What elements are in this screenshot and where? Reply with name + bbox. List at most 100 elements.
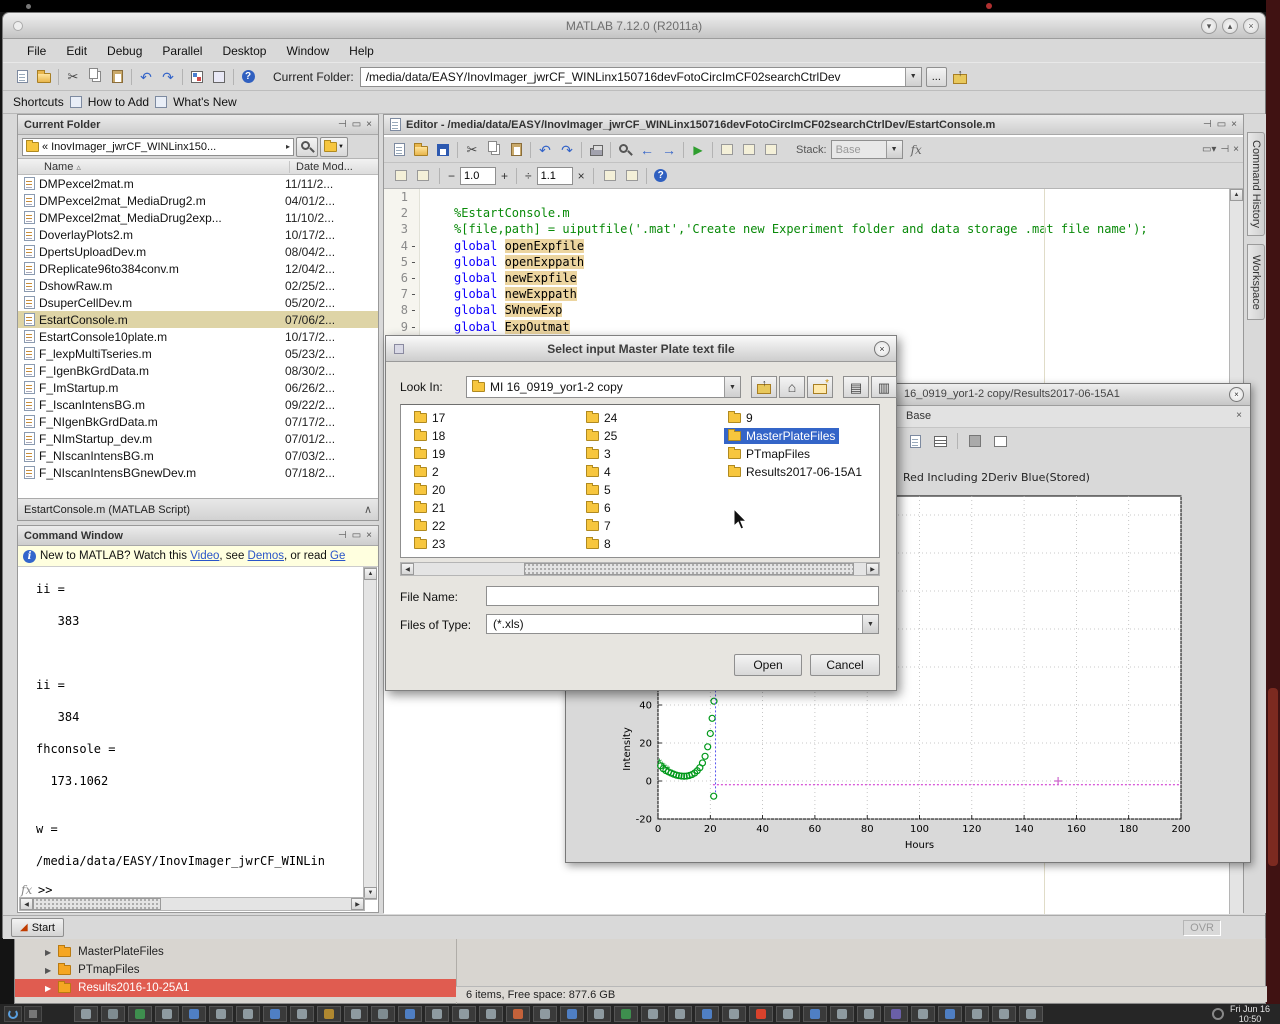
address-caret-icon[interactable]: ▸: [283, 142, 293, 151]
close-icon[interactable]: ×: [1236, 410, 1242, 421]
home-button[interactable]: [779, 376, 805, 398]
multiply-button[interactable]: ×: [575, 169, 588, 183]
cut-button[interactable]: [461, 140, 483, 160]
current-folder-header[interactable]: Current Folder ⊣ ▭ ×: [18, 115, 378, 135]
browse-folder-button[interactable]: ...: [926, 67, 947, 87]
folder-item[interactable]: 2: [410, 464, 443, 480]
decrement-button[interactable]: −: [445, 169, 458, 183]
folder-list[interactable]: 17181922021222324253456789MasterPlateFil…: [400, 404, 880, 558]
cell-pct-2-button[interactable]: [621, 166, 643, 186]
undo-button[interactable]: [135, 67, 157, 87]
redo-button[interactable]: [556, 140, 578, 160]
file-row[interactable]: EstartConsole10plate.m10/17/2...: [18, 328, 378, 345]
look-in-combo[interactable]: MI 16_0919_yor1-2 copy ▼: [466, 376, 741, 398]
actions-button[interactable]: ▼: [320, 137, 348, 157]
expander-icon[interactable]: ▶: [45, 966, 51, 975]
taskbar-window-button[interactable]: [614, 1006, 638, 1022]
address-combo[interactable]: « InovImager_jwrCF_WINLinx150... ▸: [22, 138, 294, 156]
file-row[interactable]: F_ImStartup.m06/26/2...: [18, 379, 378, 396]
folder-item[interactable]: 8: [582, 536, 615, 552]
list-view-button[interactable]: [843, 376, 869, 398]
folder-item[interactable]: 18: [410, 428, 449, 444]
file-row[interactable]: DMPexcel2mat.m11/11/2...: [18, 175, 378, 192]
taskbar-window-button[interactable]: [479, 1006, 503, 1022]
shortcuts-label[interactable]: Shortcuts: [13, 95, 64, 109]
cell-mode-1-button[interactable]: [390, 166, 412, 186]
find-button[interactable]: [614, 140, 636, 160]
start-button[interactable]: ◢ Start: [11, 918, 64, 937]
current-folder-combo[interactable]: /media/data/EASY/InovImager_jwrCF_WINLin…: [360, 67, 922, 87]
menu-debug[interactable]: Debug: [97, 41, 152, 61]
undock-icon[interactable]: ⊣: [1220, 144, 1229, 155]
help-button[interactable]: [237, 67, 259, 87]
chevron-down-icon[interactable]: ▼: [724, 377, 740, 397]
code-line[interactable]: 2%EstartConsole.m: [384, 205, 1231, 221]
folder-item[interactable]: PTmapFiles: [724, 446, 814, 462]
getting-started-link[interactable]: Ge: [330, 550, 345, 562]
new-file-button[interactable]: [11, 67, 33, 87]
column-header-date[interactable]: Date Mod...: [290, 161, 353, 173]
close-button[interactable]: ×: [874, 341, 890, 357]
fm-row[interactable]: ▶MasterPlateFiles: [15, 943, 456, 961]
scroll-down-icon[interactable]: ▼: [364, 887, 377, 899]
taskbar-window-button[interactable]: [749, 1006, 773, 1022]
table-button[interactable]: [929, 431, 951, 451]
cell-insert-button[interactable]: [738, 140, 760, 160]
folder-item[interactable]: 4: [582, 464, 615, 480]
folder-item[interactable]: 24: [582, 410, 621, 426]
cut-button[interactable]: [62, 67, 84, 87]
taskbar-window-button[interactable]: [533, 1006, 557, 1022]
cell-divider-button[interactable]: [716, 140, 738, 160]
folder-item[interactable]: 3: [582, 446, 615, 462]
back-button[interactable]: [636, 140, 658, 160]
file-row[interactable]: F_IgenBkGrdData.m08/30/2...: [18, 362, 378, 379]
cell-pct-1-button[interactable]: [599, 166, 621, 186]
scroll-up-icon[interactable]: ▲: [364, 568, 377, 580]
vertical-scrollbar[interactable]: ▲ ▼: [363, 567, 377, 900]
code-line[interactable]: 9-global ExpOutmat: [384, 319, 1231, 335]
menu-edit[interactable]: Edit: [56, 41, 97, 61]
info-button[interactable]: [650, 166, 672, 186]
new-file-button[interactable]: [388, 140, 410, 160]
cell-eval-button[interactable]: [760, 140, 782, 160]
editor-header[interactable]: Editor - /media/data/EASY/InovImager_jwr…: [384, 115, 1243, 135]
folder-item[interactable]: 9: [724, 410, 757, 426]
taskbar-window-button[interactable]: [425, 1006, 449, 1022]
folder-item[interactable]: 17: [410, 410, 449, 426]
folder-item[interactable]: 20: [410, 482, 449, 498]
horizontal-scrollbar[interactable]: ◀ ▶: [400, 562, 880, 576]
taskbar-window-button[interactable]: [992, 1006, 1016, 1022]
folder-item[interactable]: Results2017-06-15A1: [724, 464, 866, 480]
taskbar-window-button[interactable]: [803, 1006, 827, 1022]
increment-button[interactable]: +: [498, 169, 511, 183]
minimize-button[interactable]: ▾: [1201, 18, 1217, 34]
demos-link[interactable]: Demos: [248, 550, 284, 562]
code-line[interactable]: 3%[file,path] = uiputfile('.mat','Create…: [384, 221, 1231, 237]
close-icon[interactable]: ×: [366, 530, 372, 541]
column-header-name[interactable]: Name ▵: [44, 161, 290, 173]
taskbar-window-button[interactable]: [128, 1006, 152, 1022]
scroll-left-icon[interactable]: ◀: [401, 563, 414, 575]
undock-icon[interactable]: ⊣: [1203, 119, 1212, 130]
taskbar-window-button[interactable]: [560, 1006, 584, 1022]
taskbar-window-button[interactable]: [317, 1006, 341, 1022]
clock[interactable]: Fri Jun 16 10:50: [1212, 1004, 1276, 1024]
code-line[interactable]: 7-global newExppath: [384, 286, 1231, 302]
panel-button[interactable]: [989, 431, 1011, 451]
scrollbar-thumb[interactable]: [33, 898, 161, 910]
title-bar[interactable]: MATLAB 7.12.0 (R2011a) ▾ ▴ ×: [3, 13, 1265, 39]
file-row[interactable]: DReplicate96to384conv.m12/04/2...: [18, 260, 378, 277]
print-button[interactable]: [585, 140, 607, 160]
close-icon[interactable]: ×: [366, 119, 372, 130]
command-window-header[interactable]: Command Window ⊣ ▭ ×: [18, 526, 378, 546]
taskbar-window-button[interactable]: [371, 1006, 395, 1022]
file-row[interactable]: F_NIgenBkGrdData.m07/17/2...: [18, 413, 378, 430]
updates-icon[interactable]: [4, 1006, 22, 1022]
taskbar-window-button[interactable]: [911, 1006, 935, 1022]
forward-button[interactable]: [658, 140, 680, 160]
horizontal-scrollbar[interactable]: ◀ ▶: [19, 897, 365, 911]
file-row[interactable]: DoverlayPlots2.m10/17/2...: [18, 226, 378, 243]
code-line[interactable]: 8-global SWnewExp: [384, 302, 1231, 318]
folder-item[interactable]: 7: [582, 518, 615, 534]
file-row[interactable]: F_NIscanIntensBGnewDev.m07/18/2...: [18, 464, 378, 481]
